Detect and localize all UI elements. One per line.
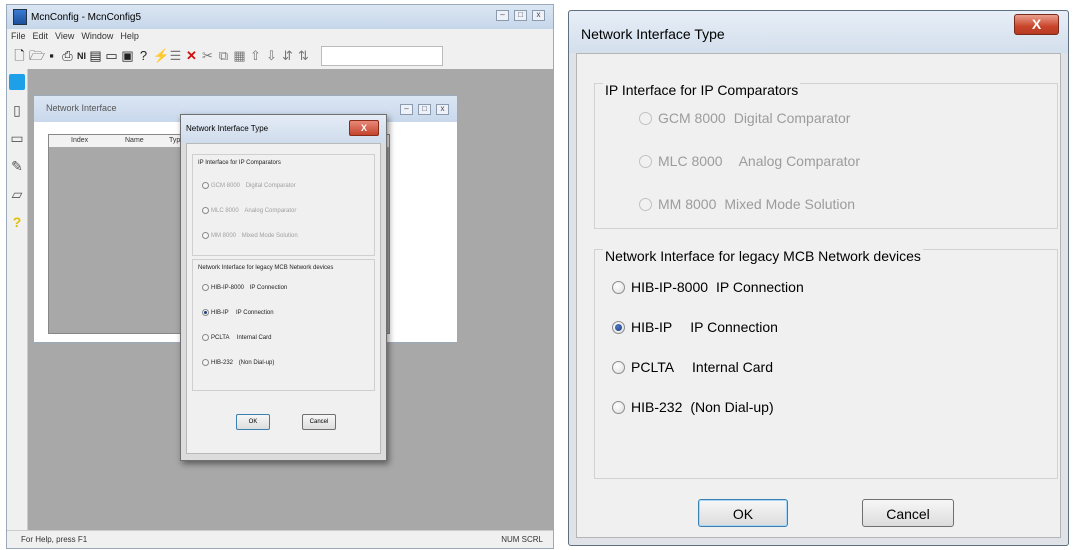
thumbnail-option-hib-ip-8000[interactable]: HIB-IP-8000 IP Connection	[202, 284, 287, 291]
device-icon[interactable]: ▭	[105, 48, 118, 64]
move-up-icon[interactable]: ⇧	[249, 48, 262, 64]
thumbnail-cancel-button[interactable]: Cancel	[302, 414, 336, 430]
page-icon[interactable]: ▯	[9, 102, 25, 118]
app-title-bar: McnConfig - McnConfig5 – □ x	[7, 5, 553, 29]
thumbnail-close-button[interactable]: X	[349, 120, 379, 136]
help-icon[interactable]: ?	[9, 214, 25, 230]
radio-mlc-8000	[639, 154, 652, 168]
thumbnail-option-mm: MM 8000 Mixed Mode Solution	[202, 232, 298, 239]
thumbnail-option-mlc: MLC 8000 Analog Comparator	[202, 207, 296, 214]
thumbnail-title: Network Interface Type	[186, 124, 269, 133]
radio-hib-ip[interactable]	[612, 320, 625, 334]
ok-button[interactable]: OK	[698, 499, 788, 527]
column-name[interactable]: Name	[125, 137, 144, 144]
left-toolbar: ▯ ▭ ✎ ▱ ?	[7, 69, 28, 531]
thumbnail-option-pclta[interactable]: PCLTA Internal Card	[202, 334, 271, 341]
open-icon[interactable]: 🗁	[29, 48, 45, 64]
option-mlc-8000: MLC 8000 Analog Comparator	[639, 153, 860, 169]
child-close-button[interactable]: x	[436, 104, 449, 115]
menu-edit[interactable]: Edit	[33, 31, 49, 41]
status-bar: For Help, press F1 NUM SCRL	[7, 530, 553, 548]
help-cursor-icon[interactable]: ?	[137, 48, 150, 64]
thumbnail-body: IP Interface for IP Comparators GCM 8000…	[186, 143, 381, 454]
property-icon[interactable]: ▣	[121, 48, 134, 64]
option-mm-8000: MM 8000 Mixed Mode Solution	[639, 196, 855, 212]
thumbnail-legacy-group-label: Network Interface for legacy MCB Network…	[198, 265, 334, 271]
cut-icon[interactable]: ✂	[201, 48, 214, 64]
thumbnail-title-bar: Network Interface Type X	[181, 115, 386, 143]
option-hib-232[interactable]: HIB-232 (Non Dial-up)	[612, 399, 774, 415]
remove-icon[interactable]: ▱	[9, 186, 25, 202]
child-window-controls: – □ x	[400, 104, 449, 115]
dialog-body: IP Interface for IP Comparators GCM 8000…	[576, 53, 1061, 538]
dialog-close-button[interactable]: X	[1014, 14, 1059, 35]
radio-hib-ip-8000[interactable]	[612, 280, 625, 294]
thumbnail-option-gcm: GCM 8000 Digital Comparator	[202, 182, 296, 189]
panel-icon[interactable]	[9, 74, 25, 90]
radio-pclta[interactable]	[612, 360, 625, 374]
child-window-title: Network Interface	[46, 103, 117, 113]
close-button[interactable]: x	[532, 10, 545, 21]
window-controls: – □ x	[496, 10, 545, 21]
option-pclta[interactable]: PCLTA Internal Card	[612, 359, 773, 375]
thumbnail-legacy-group: Network Interface for legacy MCB Network…	[192, 259, 375, 391]
app-title: McnConfig - McnConfig5	[31, 11, 142, 23]
network-interface-type-dialog: Network Interface Type X IP Interface fo…	[568, 10, 1069, 546]
legacy-group-label: Network Interface for legacy MCB Network…	[603, 248, 923, 264]
menu-file[interactable]: File	[11, 31, 26, 41]
dialog-title-bar: Network Interface Type X	[569, 11, 1068, 53]
save-icon[interactable]: ▪	[45, 48, 58, 64]
thumbnail-ip-group-label: IP Interface for IP Comparators	[198, 160, 281, 166]
network-interface-icon[interactable]: NI	[77, 48, 86, 64]
list-icon[interactable]: ☰	[169, 48, 182, 64]
pen-icon[interactable]: ✎	[9, 158, 25, 174]
ip-group-label: IP Interface for IP Comparators	[603, 82, 801, 98]
menu-bar: File Edit View Window Help	[7, 29, 553, 43]
toolbar: 🗋 🗁 ▪ ⎙ NI ▤ ▭ ▣ ? ⚡ ☰ ✕ ✂ ⧉ ▦ ⇧ ⇩ ⇵ ⇅	[7, 43, 553, 70]
thumbnail-ok-button[interactable]: OK	[236, 414, 270, 430]
child-maximize-button[interactable]: □	[418, 104, 431, 115]
thumbnail-option-hib-232[interactable]: HIB-232 (Non Dial-up)	[202, 359, 274, 366]
new-icon[interactable]: 🗋	[13, 48, 26, 64]
menu-view[interactable]: View	[55, 31, 74, 41]
app-window: McnConfig - McnConfig5 – □ x File Edit V…	[6, 4, 554, 549]
radio-gcm-8000	[639, 111, 652, 125]
delete-icon[interactable]: ✕	[185, 48, 198, 64]
option-gcm-8000: GCM 8000 Digital Comparator	[639, 110, 850, 126]
maximize-button[interactable]: □	[514, 10, 527, 21]
column-index[interactable]: Index	[71, 137, 88, 144]
wand-icon[interactable]: ⚡	[153, 48, 169, 64]
dialog-title: Network Interface Type	[581, 26, 725, 42]
ip-comparators-group: IP Interface for IP Comparators GCM 8000…	[594, 82, 1058, 229]
dialog-thumbnail: Network Interface Type X IP Interface fo…	[180, 114, 387, 461]
toolbar-field[interactable]	[321, 46, 443, 66]
channel-icon[interactable]: ▤	[89, 48, 102, 64]
print-icon[interactable]: ⎙	[61, 48, 74, 64]
thumbnail-ip-group: IP Interface for IP Comparators GCM 8000…	[192, 154, 375, 256]
app-icon	[13, 9, 27, 25]
sort-asc-icon[interactable]: ⇅	[297, 48, 310, 64]
sort-desc-icon[interactable]: ⇵	[281, 48, 294, 64]
paste-icon[interactable]: ▦	[233, 48, 246, 64]
child-minimize-button[interactable]: –	[400, 104, 413, 115]
radio-mm-8000	[639, 197, 652, 211]
menu-window[interactable]: Window	[81, 31, 113, 41]
status-indicators: NUM SCRL	[501, 535, 543, 544]
status-text: For Help, press F1	[21, 535, 88, 544]
radio-hib-232[interactable]	[612, 400, 625, 414]
option-hib-ip-8000[interactable]: HIB-IP-8000 IP Connection	[612, 279, 804, 295]
minimize-button[interactable]: –	[496, 10, 509, 21]
move-down-icon[interactable]: ⇩	[265, 48, 278, 64]
option-hib-ip[interactable]: HIB-IP IP Connection	[612, 319, 778, 335]
edit-icon[interactable]: ▭	[9, 130, 25, 146]
thumbnail-option-hib-ip[interactable]: HIB-IP IP Connection	[202, 309, 274, 316]
legacy-mcb-group: Network Interface for legacy MCB Network…	[594, 248, 1058, 479]
menu-help[interactable]: Help	[120, 31, 139, 41]
copy-icon[interactable]: ⧉	[217, 48, 230, 64]
cancel-button[interactable]: Cancel	[862, 499, 954, 527]
